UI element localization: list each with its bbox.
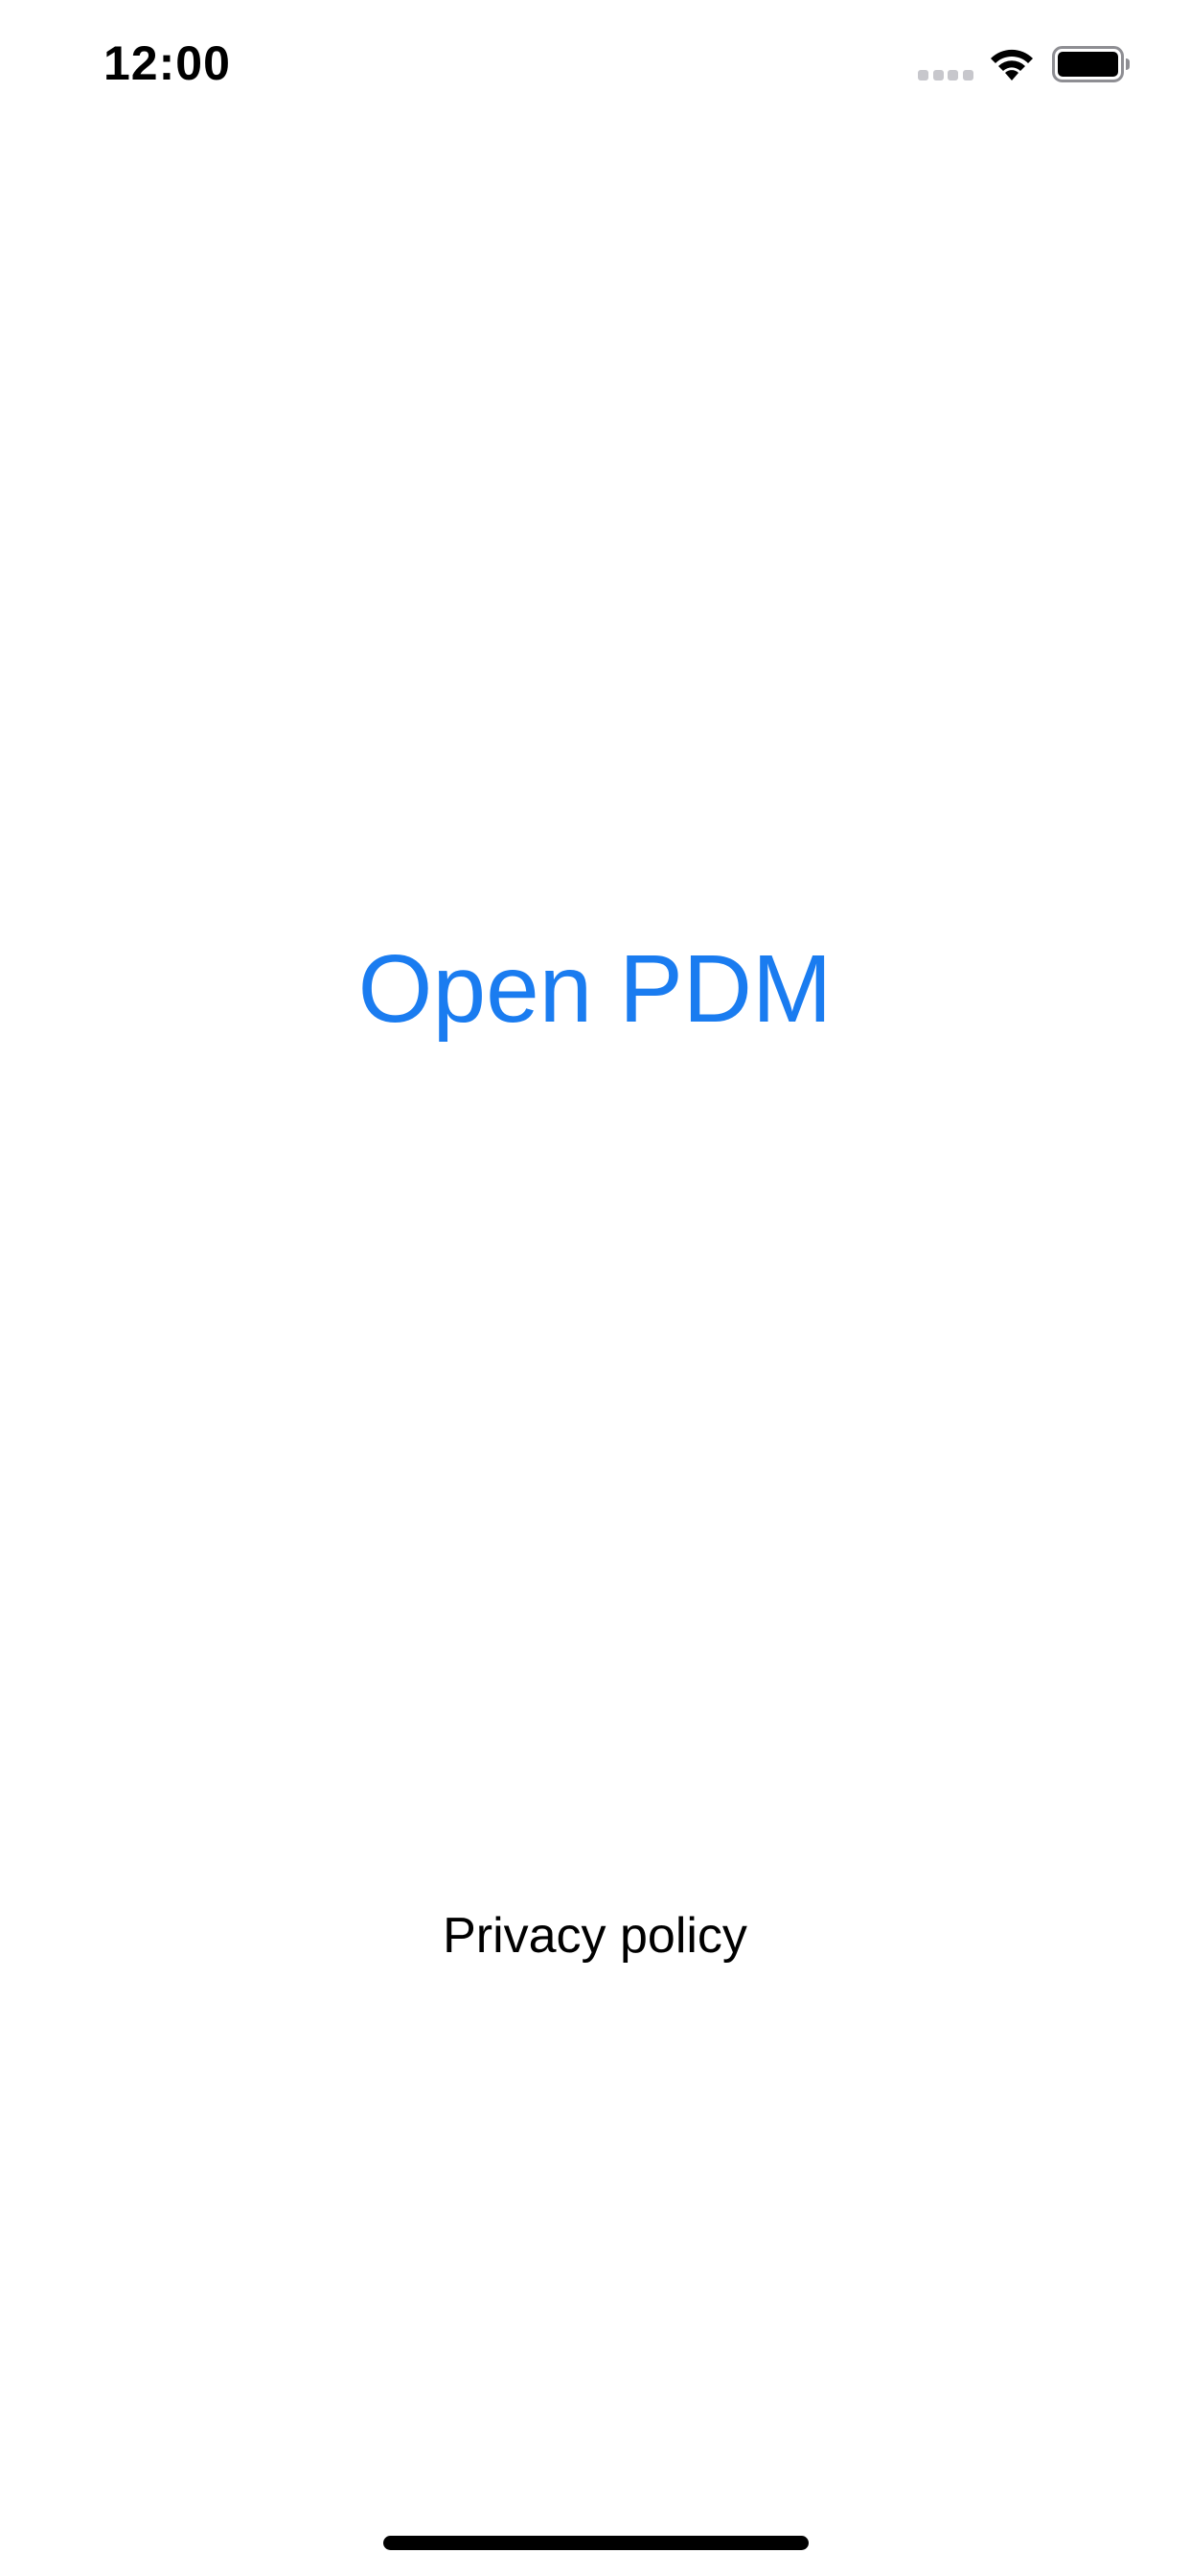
status-time: 12:00 [103,36,231,90]
status-bar: 12:00 [0,0,1190,126]
battery-icon [1052,46,1130,82]
cellular-signal-icon [918,69,973,80]
home-indicator[interactable] [383,2536,809,2550]
wifi-icon [991,49,1033,80]
open-pdm-button[interactable]: Open PDM [0,932,1190,1046]
privacy-policy-link[interactable]: Privacy policy [0,1905,1190,1966]
